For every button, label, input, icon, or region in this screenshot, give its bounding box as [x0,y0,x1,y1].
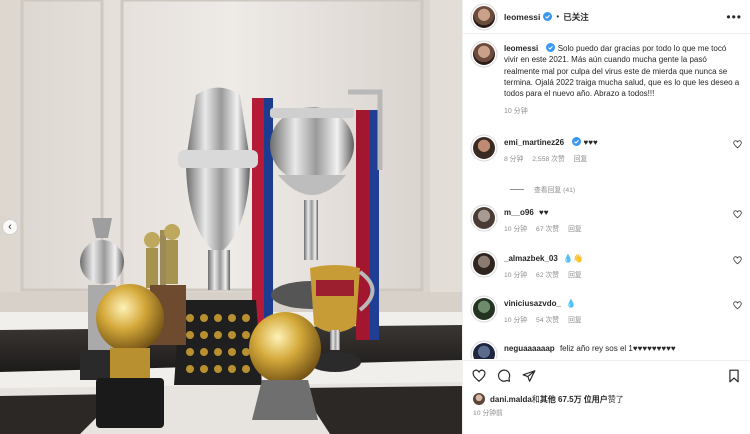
avatar[interactable] [473,253,495,275]
heart-icon[interactable] [733,256,742,265]
post-side-panel: leomessi • 已关注 ••• leomessi Solo puedo d [462,0,750,434]
comment-likes[interactable]: 62 次赞 [536,270,559,281]
avatar[interactable] [473,343,495,359]
more-icon[interactable]: ••• [726,10,742,24]
reply-button[interactable]: 回复 [568,224,582,235]
comment-time: 8 分钟 [504,156,524,163]
reply-button[interactable]: 回复 [568,270,582,281]
share-icon[interactable] [522,369,536,383]
avatar[interactable] [473,43,495,65]
comment-time: 10 分钟 [504,317,528,324]
trophies-photo [0,0,462,434]
header-username[interactable]: leomessi [504,12,540,22]
comment-username[interactable]: m__o96 [504,208,534,217]
chevron-left-icon: ‹ [8,220,12,233]
caption: leomessi Solo puedo dar gracias por todo… [463,35,750,118]
separator-dot: • [556,12,560,21]
comment: emi_martinez26 ♥♥♥ 8 分钟 2,558 次赞 回复 [463,137,750,165]
comment-text: 💧👋 [563,254,583,263]
comment-icon[interactable] [497,369,511,383]
comment-time: 10 分钟 [504,272,528,279]
avatar[interactable] [473,137,495,159]
post-header: leomessi • 已关注 ••• [463,0,750,34]
comment: viniciusazvdo_ 💧 10 分钟 54 次赞 回复 [463,298,750,326]
comment: _almazbek_03 💧👋 10 分钟 62 次赞 回复 [463,253,750,281]
comment-likes[interactable]: 67 次赞 [536,224,559,235]
action-bar [463,360,750,390]
comment: neguaaaaaap feliz año rey sos el 1♥♥♥♥♥♥… [463,343,750,359]
follow-status-button[interactable]: 已关注 [563,11,589,23]
caption-text: Solo puedo dar gracias por todo lo que m… [504,44,740,99]
view-replies-button[interactable]: 查看回复 (41) [510,184,575,194]
liked-by: dani.malda 和 其他 67.5万 位用户 赞了 [473,393,624,405]
comment-username[interactable]: emi_martinez26 [504,138,564,147]
avatar[interactable] [473,393,485,405]
avatar[interactable] [473,5,495,28]
avatar[interactable] [473,207,495,229]
verified-icon [546,43,556,52]
verified-icon [543,12,553,21]
caption-username[interactable]: leomessi [504,44,538,53]
liked-by-suffix: 赞了 [607,394,624,404]
comment-username[interactable]: neguaaaaaap [504,344,555,353]
post-time: 10 分钟前 [473,410,503,417]
liked-by-others[interactable]: 其他 67.5万 位用户 [540,394,608,405]
liked-by-user[interactable]: dani.malda [490,395,532,404]
reply-button[interactable]: 回复 [574,154,588,165]
carousel-prev-button[interactable]: ‹ [2,219,18,235]
comment: m__o96 ♥♥ 10 分钟 67 次赞 回复 [463,207,750,235]
heart-icon[interactable] [733,301,742,310]
verified-icon [572,137,582,146]
view-replies-label: 查看回复 (41) [534,187,576,194]
comment-text: ♥♥♥ [583,138,598,147]
heart-icon[interactable] [733,140,742,149]
replies-divider [510,188,524,190]
liked-by-and: 和 [531,394,540,404]
comment-username[interactable]: _almazbek_03 [504,254,558,263]
comment-text: feliz año rey sos el 1♥♥♥♥♥♥♥♥♥ [559,344,676,353]
comment-text: ♥♥ [539,208,549,217]
comments-scroll[interactable]: leomessi Solo puedo dar gracias por todo… [463,35,750,359]
heart-icon[interactable] [733,210,742,219]
comment-text: 💧 [566,299,577,308]
reply-button[interactable]: 回复 [568,315,582,326]
post-photo: ‹ [0,0,462,434]
caption-time: 10 分钟 [504,108,528,116]
avatar[interactable] [473,298,495,320]
comment-time: 10 分钟 [504,226,528,233]
comment-likes[interactable]: 54 次赞 [536,315,559,326]
heart-icon[interactable] [472,369,486,383]
comment-username[interactable]: viniciusazvdo_ [504,299,561,308]
comment-likes[interactable]: 2,558 次赞 [532,154,565,165]
save-icon[interactable] [727,369,741,383]
